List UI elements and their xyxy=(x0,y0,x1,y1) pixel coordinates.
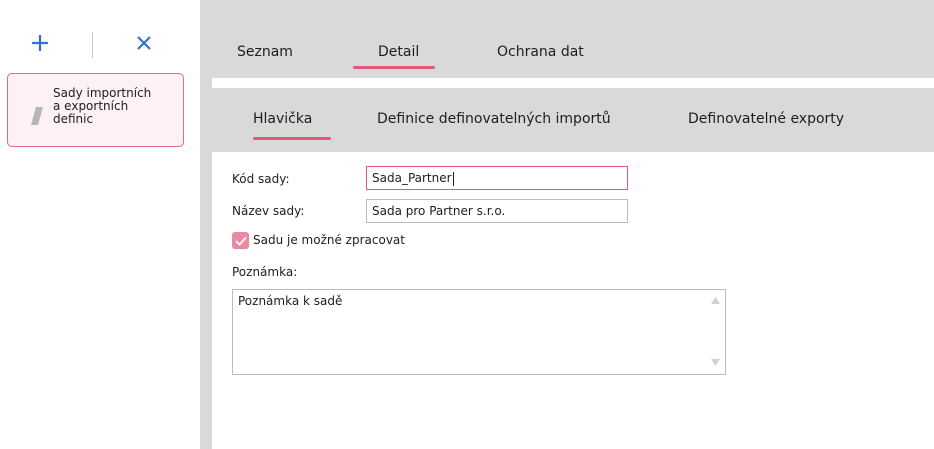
zpracovat-checkbox[interactable] xyxy=(232,232,249,249)
poznamka-label: Poznámka: xyxy=(232,265,298,279)
active-subtab-indicator xyxy=(253,137,331,140)
header-form: Kód sady: Sada_Partner Název sady: Sada … xyxy=(212,152,934,449)
slash-icon xyxy=(31,107,43,125)
tab-definovatelne-exporty[interactable]: Definovatelné exporty xyxy=(688,111,844,127)
nazev-sady-input[interactable]: Sada pro Partner s.r.o. xyxy=(366,199,628,223)
left-panel: Sady importních a exportních definic xyxy=(0,0,200,449)
kod-sady-value: Sada_Partner xyxy=(372,171,452,185)
add-button[interactable] xyxy=(27,30,53,56)
scroll-up-icon[interactable] xyxy=(710,296,721,305)
poznamka-textarea[interactable]: Poznámka k sadě xyxy=(232,289,726,375)
close-button[interactable] xyxy=(131,30,157,56)
tab-hlavicka[interactable]: Hlavička xyxy=(253,111,312,127)
scroll-down-icon[interactable] xyxy=(710,358,721,367)
zpracovat-checkbox-label[interactable]: Sadu je možné zpracovat xyxy=(253,233,405,247)
set-card-label: Sady importních a exportních definic xyxy=(53,86,152,126)
active-tab-indicator xyxy=(353,66,435,69)
tab-definice-importu[interactable]: Definice definovatelných importů xyxy=(377,111,611,127)
close-icon xyxy=(137,36,151,50)
tab-separator xyxy=(212,78,934,88)
kod-sady-input[interactable]: Sada_Partner xyxy=(366,166,628,190)
text-caret xyxy=(452,171,454,186)
kod-sady-label: Kód sady: xyxy=(232,172,290,186)
tab-seznam[interactable]: Seznam xyxy=(237,44,293,60)
nazev-sady-value: Sada pro Partner s.r.o. xyxy=(372,204,506,218)
poznamka-value: Poznámka k sadě xyxy=(238,294,343,308)
top-tab-bar: Seznam Detail Ochrana dat xyxy=(212,17,934,78)
detail-area: Seznam Detail Ochrana dat Hlavička Defin… xyxy=(200,0,934,449)
app-window: Sady importních a exportních definic Sez… xyxy=(0,0,934,449)
nazev-sady-label: Název sady: xyxy=(232,204,305,218)
set-card[interactable]: Sady importních a exportních definic xyxy=(7,73,184,147)
textarea-scrollbar[interactable] xyxy=(706,290,725,374)
tab-detail[interactable]: Detail xyxy=(378,44,419,60)
toolbar-divider xyxy=(92,32,93,58)
tab-ochrana-dat[interactable]: Ochrana dat xyxy=(497,44,584,60)
plus-icon xyxy=(32,35,48,51)
checkmark-icon xyxy=(234,236,247,246)
sub-tab-bar: Hlavička Definice definovatelných import… xyxy=(212,88,934,152)
